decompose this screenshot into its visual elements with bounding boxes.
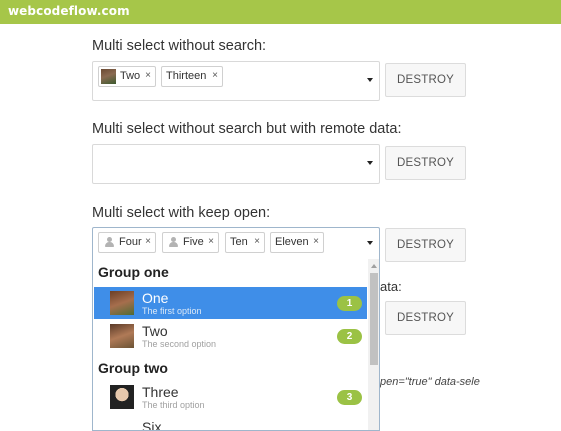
group-header-one: Group one	[98, 264, 169, 280]
tag-remove-icon[interactable]: ×	[145, 66, 151, 85]
tag-label: Two	[120, 70, 141, 82]
option-count-badge: 2	[337, 329, 362, 344]
dropdown-scrollbar[interactable]	[368, 259, 379, 430]
option-description: The second option	[142, 339, 217, 349]
top-banner: webcodeflow.com	[0, 0, 561, 24]
avatar	[110, 385, 134, 409]
tag-label: Thirteen	[166, 70, 207, 82]
section-label-keep-open: Multi select with keep open:	[92, 205, 271, 221]
option-description: The first option	[142, 306, 202, 316]
brand-logo-text: webcodeflow.com	[8, 4, 130, 18]
destroy-button[interactable]: DESTROY	[385, 228, 466, 262]
selected-tag-two: Two ×	[98, 66, 156, 87]
tag-label: Four	[119, 236, 142, 248]
multi-select-remote-data[interactable]	[92, 144, 380, 184]
option-two[interactable]: Two The second option 2	[94, 320, 367, 352]
chevron-down-icon[interactable]	[367, 161, 373, 165]
multi-select-no-search[interactable]: Two × Thirteen ×	[92, 61, 380, 101]
option-name: One	[142, 290, 169, 306]
destroy-button[interactable]: DESTROY	[385, 146, 466, 180]
option-three[interactable]: Three The third option 3	[94, 381, 367, 413]
selected-tag-four: Four ×	[98, 232, 156, 253]
multi-select-keep-open[interactable]: Four × Five × Ten × Eleven ×	[92, 227, 380, 260]
code-snippet-fragment: pen="true" data-sele	[380, 376, 480, 388]
selected-tag-thirteen: Thirteen ×	[161, 66, 223, 87]
avatar-thumbnail	[101, 69, 116, 84]
option-name: Six	[142, 419, 162, 431]
chevron-down-icon[interactable]	[367, 78, 373, 82]
option-six[interactable]: Six	[94, 416, 367, 431]
destroy-button[interactable]: DESTROY	[385, 301, 466, 335]
option-count-badge: 3	[337, 390, 362, 405]
tag-remove-icon[interactable]: ×	[212, 66, 218, 85]
option-count-badge: 1	[337, 296, 362, 311]
tag-label: Five	[183, 236, 204, 248]
section-label-remote-data: Multi select without search but with rem…	[92, 121, 402, 137]
chevron-down-icon[interactable]	[367, 241, 373, 245]
option-description: The third option	[142, 400, 205, 410]
tag-label: Ten	[230, 236, 248, 248]
option-name: Three	[142, 384, 179, 400]
option-one[interactable]: One The first option 1	[94, 287, 367, 319]
selected-tag-eleven: Eleven ×	[270, 232, 324, 253]
section-label-partial: ata:	[380, 279, 402, 294]
scrollbar-thumb[interactable]	[370, 273, 378, 365]
selected-tag-five: Five ×	[162, 232, 219, 253]
selected-tag-ten: Ten ×	[225, 232, 265, 253]
avatar	[110, 324, 134, 348]
tag-remove-icon[interactable]: ×	[254, 232, 260, 251]
destroy-button[interactable]: DESTROY	[385, 63, 466, 97]
tag-label: Eleven	[275, 236, 309, 248]
group-header-two: Group two	[98, 360, 168, 376]
user-icon	[105, 237, 114, 247]
scroll-up-arrow-icon[interactable]	[371, 264, 377, 268]
tag-remove-icon[interactable]: ×	[145, 232, 151, 251]
option-name: Two	[142, 323, 168, 339]
avatar	[110, 291, 134, 315]
dropdown-results[interactable]: Group one One The first option 1 Two The…	[92, 259, 380, 431]
tag-remove-icon[interactable]: ×	[313, 232, 319, 251]
user-icon	[169, 237, 178, 247]
tag-remove-icon[interactable]: ×	[208, 232, 214, 251]
section-label-multi-no-search: Multi select without search:	[92, 38, 267, 54]
